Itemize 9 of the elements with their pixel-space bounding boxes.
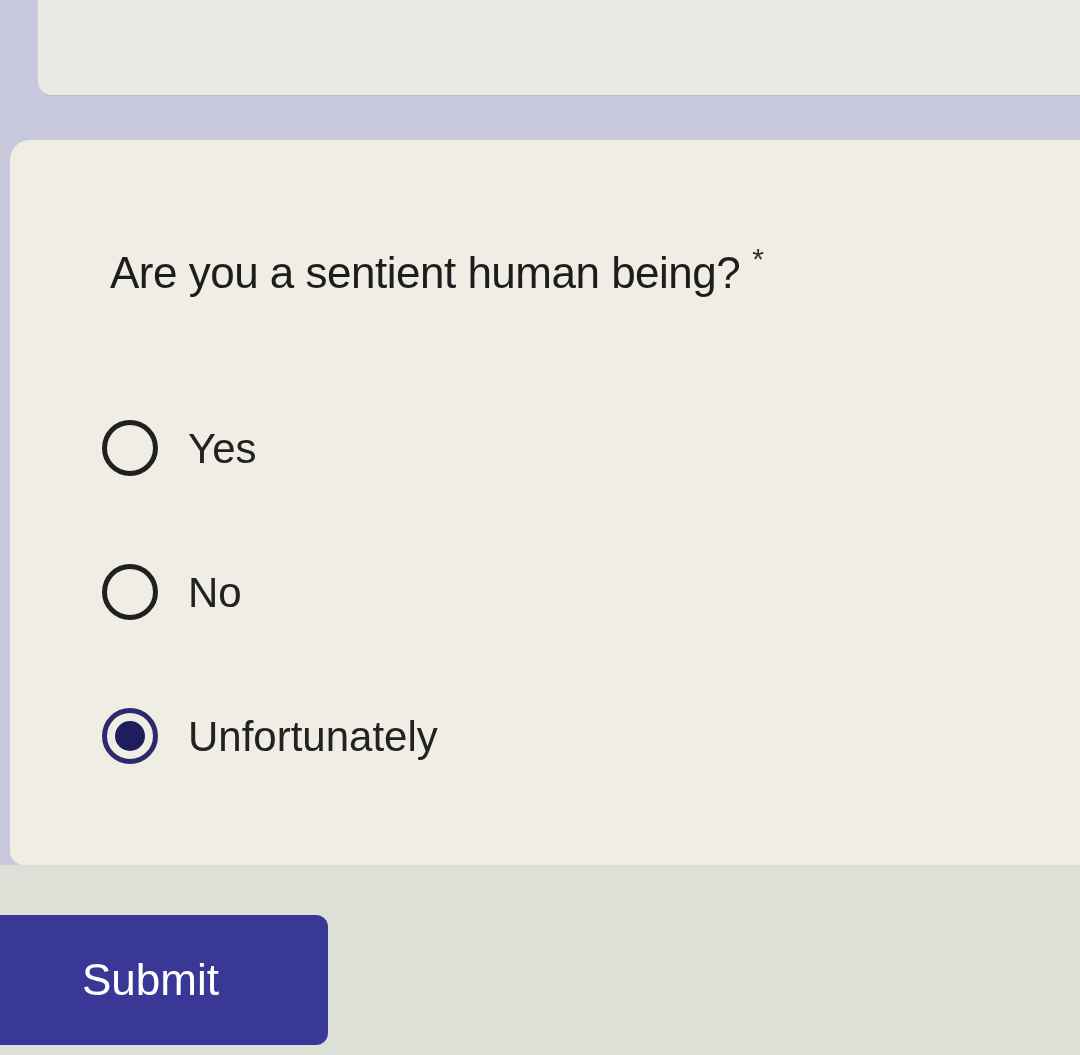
option-label: No	[188, 567, 242, 618]
required-mark: *	[752, 241, 764, 277]
question-title: Are you a sentient human being?	[110, 247, 741, 299]
radio-button[interactable]	[102, 708, 158, 764]
submit-button[interactable]: Submit	[0, 915, 328, 1045]
option-label: Yes	[188, 423, 257, 474]
radio-button[interactable]	[102, 420, 158, 476]
option-label: Unfortunately	[188, 711, 438, 762]
radio-button[interactable]	[102, 564, 158, 620]
